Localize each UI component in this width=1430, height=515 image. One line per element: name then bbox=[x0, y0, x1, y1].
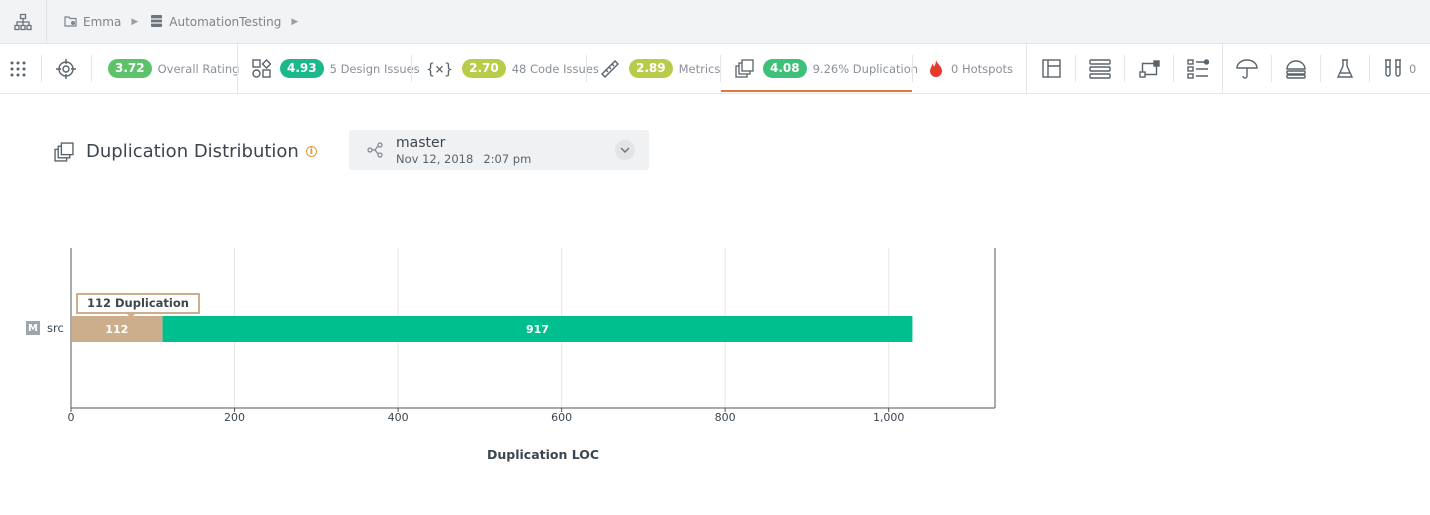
duplication-copies-icon bbox=[54, 141, 74, 162]
tab-design-issues[interactable]: 4.93 5 Design Issues bbox=[252, 44, 420, 93]
x-tick-label: 0 bbox=[68, 411, 75, 424]
branch-flow-icon[interactable] bbox=[1139, 44, 1160, 93]
branch-selector[interactable]: master Nov 12, 2018 2:07 pm bbox=[349, 130, 649, 170]
database-stack-icon[interactable] bbox=[1285, 44, 1307, 93]
breadcrumb: Emma ▶ AutomationTesting ▶ bbox=[64, 0, 304, 44]
tests-count: 0 bbox=[1409, 61, 1417, 76]
design-issues-badge: 4.93 bbox=[280, 59, 324, 78]
active-tab-indicator bbox=[721, 90, 912, 92]
duplication-copies-icon bbox=[735, 59, 754, 78]
branch-timestamp: Nov 12, 2018 2:07 pm bbox=[396, 152, 541, 166]
overall-rating-badge: 3.72 bbox=[108, 59, 152, 78]
x-tick-label: 200 bbox=[224, 411, 245, 424]
duplication-badge: 4.08 bbox=[763, 59, 807, 78]
target-icon[interactable] bbox=[56, 44, 76, 93]
info-icon[interactable]: i bbox=[305, 146, 317, 157]
design-shapes-icon bbox=[252, 59, 271, 78]
x-tick-label: 400 bbox=[388, 411, 409, 424]
hierarchy-icon[interactable] bbox=[0, 0, 47, 44]
umbrella-icon[interactable] bbox=[1236, 44, 1258, 93]
module-badge: M bbox=[26, 321, 40, 335]
ruler-icon bbox=[600, 59, 620, 79]
breadcrumb-repository[interactable]: AutomationTesting bbox=[169, 15, 281, 29]
overall-rating-label: Overall Rating bbox=[157, 61, 240, 76]
branch-date: Nov 12, 2018 bbox=[396, 152, 474, 166]
tab-tests[interactable]: 0 bbox=[1383, 44, 1416, 93]
x-tick-label: 600 bbox=[551, 411, 572, 424]
x-axis-title: Duplication LOC bbox=[487, 447, 600, 462]
chevron-down-icon[interactable] bbox=[615, 140, 635, 160]
tab-metrics[interactable]: 2.89 Metrics bbox=[600, 44, 720, 93]
repository-icon bbox=[150, 14, 163, 31]
bar-value-label: 917 bbox=[526, 323, 549, 336]
hotspots-label: 0 Hotspots bbox=[951, 61, 1013, 76]
list-rows-icon[interactable] bbox=[1089, 44, 1111, 93]
flame-icon bbox=[927, 59, 945, 79]
x-tick-label: 800 bbox=[715, 411, 736, 424]
branch-time: 2:07 pm bbox=[483, 152, 532, 166]
metrics-badge: 2.89 bbox=[629, 59, 673, 78]
code-issues-badge: 2.70 bbox=[462, 59, 506, 78]
page-header: Duplication Distribution i bbox=[54, 141, 317, 162]
category-name: src bbox=[47, 321, 64, 335]
test-tubes-icon bbox=[1383, 58, 1403, 79]
breadcrumb-separator-icon: ▶ bbox=[291, 17, 299, 27]
bar-segment bbox=[162, 316, 913, 342]
checklist-icon[interactable] bbox=[1187, 44, 1209, 93]
flask-icon[interactable] bbox=[1335, 44, 1355, 93]
branch-icon bbox=[367, 142, 383, 162]
bar-value-label: 112 bbox=[105, 323, 128, 336]
duplication-label: 9.26% Duplication bbox=[812, 61, 919, 76]
code-variable-icon: {×} bbox=[426, 59, 454, 78]
layout-panel-icon[interactable] bbox=[1041, 44, 1061, 93]
breadcrumb-separator-icon: ▶ bbox=[131, 17, 139, 27]
x-tick-label: 1,000 bbox=[873, 411, 905, 424]
page-title: Duplication Distribution bbox=[86, 141, 299, 162]
metrics-label: Metrics bbox=[678, 61, 721, 76]
category-label[interactable]: M src bbox=[26, 321, 64, 335]
tab-overall-rating[interactable]: 3.72 Overall Rating bbox=[108, 44, 239, 93]
tab-duplication[interactable]: 4.08 9.26% Duplication bbox=[735, 44, 918, 93]
bar-tooltip: 112 Duplication bbox=[76, 293, 200, 318]
bar-segment bbox=[72, 316, 163, 342]
breadcrumb-project[interactable]: Emma bbox=[83, 15, 121, 29]
analysis-tab-bar: 3.72 Overall Rating 4.93 5 Design Issues… bbox=[0, 44, 1430, 94]
tab-hotspots[interactable]: 0 Hotspots bbox=[927, 44, 1013, 93]
tab-code-issues[interactable]: {×} 2.70 48 Code Issues bbox=[426, 44, 599, 93]
grid-icon[interactable] bbox=[8, 44, 28, 93]
design-issues-label: 5 Design Issues bbox=[329, 61, 420, 76]
branch-name: master bbox=[396, 135, 446, 151]
breadcrumb-bar: Emma ▶ AutomationTesting ▶ bbox=[0, 0, 1430, 44]
project-folder-icon bbox=[64, 15, 77, 30]
